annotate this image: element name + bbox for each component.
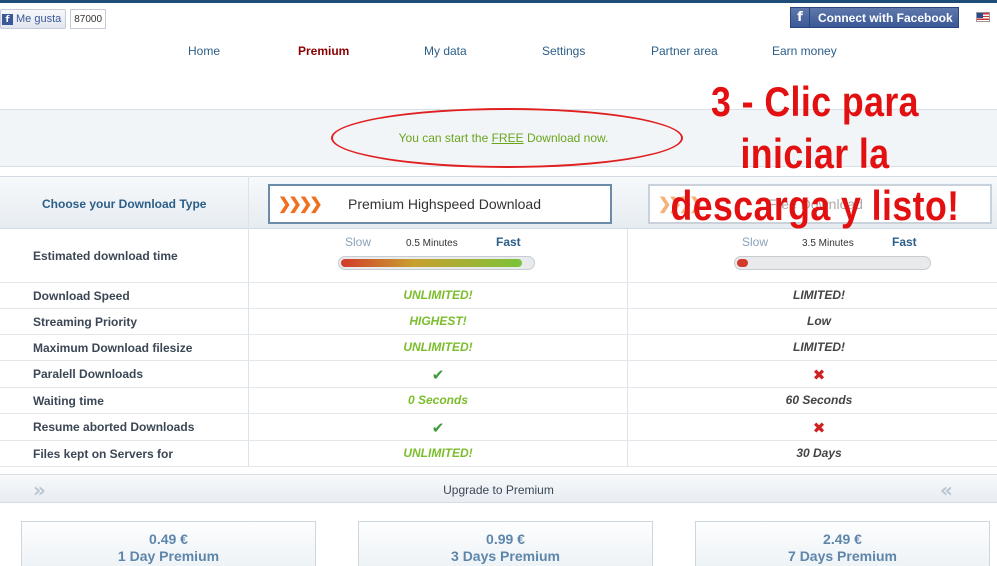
like-label: Me gusta [16,13,62,25]
nav-settings[interactable]: Settings [542,44,585,58]
facebook-icon: f [791,8,810,27]
plan-name: 1 Day Premium [117,548,220,564]
feature-label: Maximum Download filesize [33,341,193,355]
choose-download-type-label: Choose your Download Type [42,197,207,211]
like-count: 87000 [70,9,107,29]
plan-price: 0.49 € [149,531,188,547]
facebook-connect-label: Connect with Facebook [818,10,953,25]
annotation-line: descarga y listo! [670,182,960,229]
feature-row: Files kept on Servers for UNLIMITED! 30 Da… [0,441,997,467]
premium-value: HIGHEST! [409,314,467,328]
speed-minutes-label: 3.5 Minutes [802,238,854,249]
cross-icon: ✖ [812,419,826,437]
nav-premium[interactable]: Premium [298,44,349,58]
premium-speed-meter: Slow 0.5 Minutes Fast [338,235,535,275]
plan-card[interactable]: 2.49 € 7 Days Premium [695,521,990,566]
feature-row: Download Speed UNLIMITED! LIMITED! [0,283,997,309]
upgrade-label[interactable]: Upgrade to Premium [0,483,997,497]
speed-slow-label: Slow [742,235,769,249]
feature-row: Resume aborted Downloads ✔ ✖ [0,414,997,441]
facebook-like-box: f Me gusta 87000 [0,9,107,29]
speed-fast-label: Fast [496,235,521,249]
facebook-connect-button[interactable]: f Connect with Facebook [790,7,959,28]
upgrade-bar: » Upgrade to Premium « [0,474,997,503]
annotation-line: iniciar la [740,130,890,177]
speed-bar-fill [737,259,748,267]
facebook-like-button[interactable]: f Me gusta [0,9,67,29]
nav-my-data[interactable]: My data [424,44,467,58]
speed-bar [734,256,931,270]
plan-card[interactable]: 0.49 € 1 Day Premium [21,521,316,566]
premium-download-label: Premium Highspeed Download [348,196,541,212]
highlight-ellipse [331,108,683,168]
estimated-time-label: Estimated download time [33,249,178,263]
premium-value: UNLIMITED! [403,340,473,354]
nav-partner-area[interactable]: Partner area [651,44,718,58]
main-nav: Home Premium My data Settings Partner ar… [0,44,997,60]
plan-name: 7 Days Premium [788,548,897,564]
nav-home[interactable]: Home [188,44,220,58]
feature-label: Resume aborted Downloads [33,420,195,434]
plan-price: 2.49 € [823,531,862,547]
nav-earn-money[interactable]: Earn money [772,44,837,58]
facebook-icon: f [2,13,13,25]
feature-row: Streaming Priority HIGHEST! Low [0,309,997,335]
premium-download-button[interactable]: ❯❯❯❯ Premium Highspeed Download [268,184,612,224]
feature-row: Maximum Download filesize UNLIMITED! LIMIT… [0,335,997,361]
feature-label: Download Speed [33,289,130,303]
free-value: 60 Seconds [785,393,853,407]
cross-icon: ✖ [812,366,826,384]
free-value: 30 Days [796,446,842,460]
check-icon: ✔ [431,419,445,437]
double-chevron-left-icon: « [940,478,953,502]
plan-price: 0.99 € [486,531,525,547]
premium-value: UNLIMITED! [403,288,473,302]
feature-label: Files kept on Servers for [33,447,174,461]
plan-name: 3 Days Premium [451,548,560,564]
speed-slow-label: Slow [345,235,372,249]
premium-value: 0 Seconds [407,393,469,407]
annotation-line: 3 - Clic para [711,78,919,125]
top-rule [0,0,997,3]
speed-bar [338,256,535,270]
free-value: LIMITED! [793,288,845,302]
feature-row: Paralell Downloads ✔ ✖ [0,361,997,388]
us-flag-icon[interactable] [976,12,990,22]
feature-label: Paralell Downloads [33,367,144,381]
feature-row: Waiting time 0 Seconds 60 Seconds [0,388,997,414]
speed-bar-fill [341,259,522,267]
plan-card[interactable]: 0.99 € 3 Days Premium [358,521,653,566]
feature-label: Waiting time [33,394,104,408]
check-icon: ✔ [431,366,445,384]
orange-arrows-icon: ❯❯❯❯ [278,196,323,213]
speed-fast-label: Fast [892,235,917,249]
free-speed-meter: Slow 3.5 Minutes Fast [734,235,932,275]
annotation-overlay: 3 - Clic para iniciar la descarga y list… [666,76,964,232]
premium-value: UNLIMITED! [403,446,473,460]
free-value: Low [807,314,831,328]
free-value: LIMITED! [793,340,845,354]
feature-label: Streaming Priority [33,315,138,329]
speed-minutes-label: 0.5 Minutes [406,238,458,249]
